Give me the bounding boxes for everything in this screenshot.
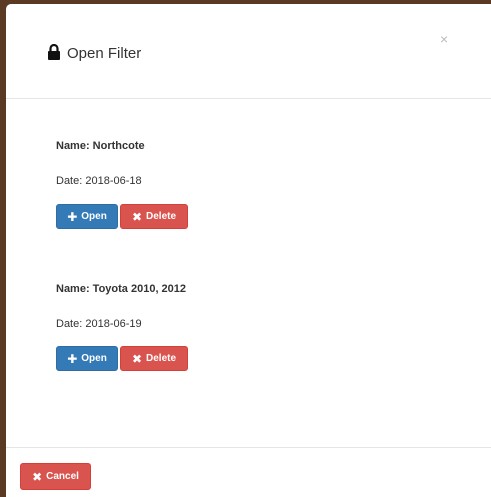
cancel-button[interactable]: ✖ Cancel <box>20 463 91 490</box>
delete-button-label: Delete <box>146 211 177 222</box>
x-icon: ✖ <box>131 351 143 366</box>
filter-name: Name: Northcote <box>56 140 145 152</box>
open-filter-button[interactable]: ✚ Open <box>56 346 118 371</box>
open-button-label: Open <box>81 211 107 222</box>
delete-filter-button[interactable]: ✖ Delete <box>120 346 188 371</box>
open-filter-modal: Open Filter × Name: Northcote Date: 2018… <box>6 4 491 497</box>
delete-button-label: Delete <box>146 353 177 364</box>
open-button-label: Open <box>81 353 107 364</box>
filter-date: Date: 2018-06-18 <box>56 175 142 187</box>
modal-title: Open Filter <box>67 45 142 62</box>
x-icon: ✖ <box>32 469 43 484</box>
filter-date: Date: 2018-06-19 <box>56 318 142 330</box>
modal-footer: ✖ Cancel <box>6 447 491 497</box>
open-filter-button[interactable]: ✚ Open <box>56 204 118 229</box>
x-icon: ✖ <box>131 209 143 224</box>
plus-icon: ✚ <box>67 351 78 366</box>
delete-filter-button[interactable]: ✖ Delete <box>120 204 188 229</box>
plus-icon: ✚ <box>67 209 78 224</box>
close-icon[interactable]: × <box>440 32 448 46</box>
modal-header: Open Filter × <box>6 4 491 99</box>
cancel-button-label: Cancel <box>46 471 79 482</box>
filter-name: Name: Toyota 2010, 2012 <box>56 283 187 295</box>
lock-icon <box>48 44 60 60</box>
